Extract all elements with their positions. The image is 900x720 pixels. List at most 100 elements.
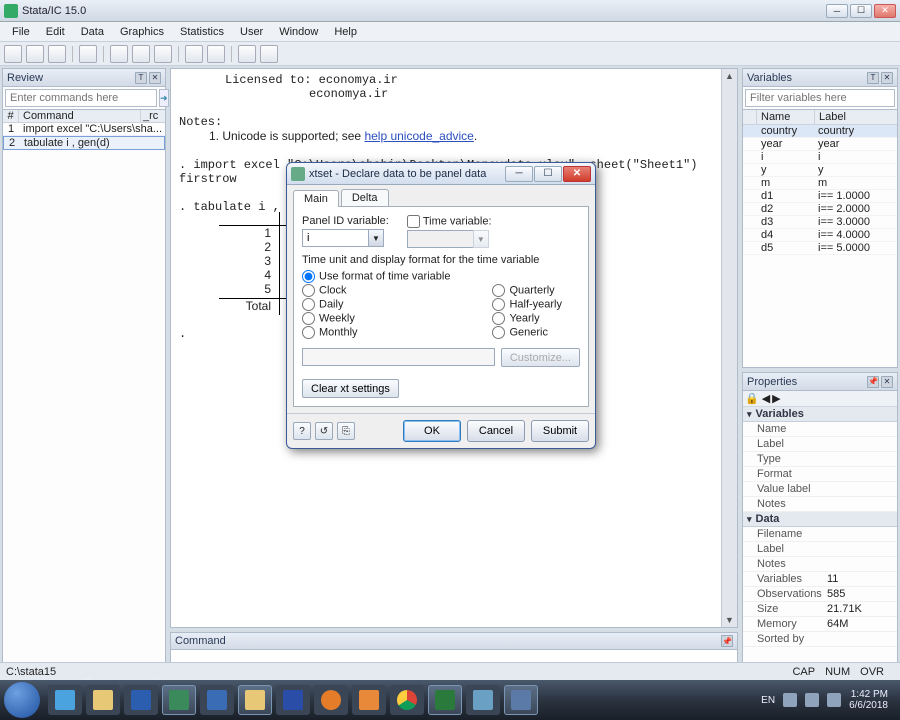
tray-volume-icon[interactable]	[827, 693, 841, 707]
property-row[interactable]: Notes	[743, 557, 897, 572]
pin-icon[interactable]: 📌	[721, 635, 733, 647]
taskbar-explorer-icon[interactable]	[86, 685, 120, 715]
taskbar-excel-icon[interactable]	[428, 685, 462, 715]
radio-half-yearly[interactable]	[492, 298, 505, 311]
property-row[interactable]: Notes	[743, 497, 897, 512]
property-row[interactable]: Label	[743, 437, 897, 452]
props-variables-section[interactable]: ▾Variables	[743, 407, 897, 422]
menu-data[interactable]: Data	[73, 24, 112, 40]
radio-generic[interactable]	[492, 326, 505, 339]
variable-row[interactable]: d4i== 4.0000	[743, 229, 897, 242]
tray-clock[interactable]: 1:42 PM 6/6/2018	[849, 689, 888, 711]
radio-use-format[interactable]	[302, 270, 315, 283]
variable-row[interactable]: d3i== 3.0000	[743, 216, 897, 229]
property-row[interactable]: Size21.71K	[743, 602, 897, 617]
taskbar-media-icon[interactable]	[124, 685, 158, 715]
close-button[interactable]: ✕	[874, 4, 896, 18]
clear-xt-settings-button[interactable]: Clear xt settings	[302, 379, 399, 398]
variable-row[interactable]: countrycountry	[743, 125, 897, 138]
taskbar-ie-icon[interactable]	[48, 685, 82, 715]
menu-statistics[interactable]: Statistics	[172, 24, 232, 40]
radio-monthly[interactable]	[302, 326, 315, 339]
tray-flag-icon[interactable]	[783, 693, 797, 707]
menu-graphics[interactable]: Graphics	[112, 24, 172, 40]
taskbar-bluetooth-icon[interactable]	[200, 685, 234, 715]
customize-button[interactable]: Customize...	[501, 348, 580, 367]
dialog-maximize-button[interactable]: ☐	[534, 166, 562, 182]
maximize-button[interactable]: ☐	[850, 4, 872, 18]
panel-id-dropdown-icon[interactable]: ▼	[368, 229, 384, 247]
taskbar-app-icon[interactable]	[466, 685, 500, 715]
radio-yearly[interactable]	[492, 312, 505, 325]
pin-icon[interactable]: ✕	[149, 72, 161, 84]
variable-row[interactable]: yy	[743, 164, 897, 177]
radio-weekly[interactable]	[302, 312, 315, 325]
prev-icon[interactable]: ◀	[762, 392, 770, 405]
variables-filter-input[interactable]	[745, 89, 895, 107]
radio-daily[interactable]	[302, 298, 315, 311]
property-row[interactable]: Type	[743, 452, 897, 467]
filter-icon[interactable]: T	[867, 72, 879, 84]
tab-main[interactable]: Main	[293, 190, 339, 207]
submit-button[interactable]: Submit	[531, 420, 589, 442]
menu-edit[interactable]: Edit	[38, 24, 73, 40]
taskbar-chrome-icon[interactable]	[390, 685, 424, 715]
filter-icon[interactable]: T	[135, 72, 147, 84]
review-col-num[interactable]: #	[3, 110, 19, 122]
props-data-section[interactable]: ▾Data	[743, 512, 897, 527]
time-variable-checkbox[interactable]	[407, 215, 420, 228]
dialog-close-button[interactable]: ✕	[563, 166, 591, 182]
tool-viewer-icon[interactable]	[110, 45, 128, 63]
radio-quarterly[interactable]	[492, 284, 505, 297]
property-row[interactable]: Sorted by	[743, 632, 897, 647]
tool-more-icon[interactable]	[238, 45, 256, 63]
dialog-minimize-button[interactable]: ─	[505, 166, 533, 182]
tool-print-icon[interactable]	[48, 45, 66, 63]
variable-row[interactable]: d1i== 1.0000	[743, 190, 897, 203]
pin-icon[interactable]: 📌	[867, 376, 879, 388]
vars-col-label[interactable]: Label	[815, 110, 897, 124]
menu-window[interactable]: Window	[271, 24, 326, 40]
review-row[interactable]: 2 tabulate i , gen(d)	[3, 136, 165, 150]
review-col-command[interactable]: Command	[19, 110, 141, 122]
property-row[interactable]: Variables11	[743, 572, 897, 587]
property-row[interactable]: Filename	[743, 527, 897, 542]
taskbar-app2-icon[interactable]	[504, 685, 538, 715]
tool-graph-icon[interactable]	[132, 45, 150, 63]
tray-network-icon[interactable]	[805, 693, 819, 707]
help-link[interactable]: help unicode_advice	[364, 129, 473, 143]
tool-log-icon[interactable]	[79, 45, 97, 63]
copy-icon[interactable]: ⎘	[337, 422, 355, 440]
minimize-button[interactable]: ─	[826, 4, 848, 18]
lock-icon[interactable]: 🔒	[745, 392, 759, 405]
variable-row[interactable]: d2i== 2.0000	[743, 203, 897, 216]
tab-delta[interactable]: Delta	[341, 189, 389, 206]
panel-id-input[interactable]	[302, 229, 368, 247]
tool-do-edit-icon[interactable]	[154, 45, 172, 63]
tray-lang[interactable]: EN	[761, 695, 775, 706]
taskbar-firefox-icon[interactable]	[314, 685, 348, 715]
taskbar-explorer2-icon[interactable]	[238, 685, 272, 715]
tool-save-icon[interactable]	[26, 45, 44, 63]
menu-file[interactable]: File	[4, 24, 38, 40]
next-icon[interactable]: ▶	[772, 392, 780, 405]
property-row[interactable]: Format	[743, 467, 897, 482]
vars-col-name[interactable]: Name	[757, 110, 815, 124]
review-col-rc[interactable]: _rc	[141, 110, 165, 122]
cancel-button[interactable]: Cancel	[467, 420, 525, 442]
taskbar-word-icon[interactable]	[276, 685, 310, 715]
menu-user[interactable]: User	[232, 24, 271, 40]
menu-help[interactable]: Help	[326, 24, 365, 40]
taskbar-stata-icon[interactable]	[162, 685, 196, 715]
property-row[interactable]: Label	[743, 542, 897, 557]
ok-button[interactable]: OK	[403, 420, 461, 442]
close-panel-icon[interactable]: ✕	[881, 376, 893, 388]
tool-data-browse-icon[interactable]	[207, 45, 225, 63]
property-row[interactable]: Value label	[743, 482, 897, 497]
scrollbar[interactable]	[721, 69, 737, 627]
help-icon[interactable]: ?	[293, 422, 311, 440]
variable-row[interactable]: d5i== 5.0000	[743, 242, 897, 255]
property-row[interactable]: Observations585	[743, 587, 897, 602]
radio-clock[interactable]	[302, 284, 315, 297]
tool-data-edit-icon[interactable]	[185, 45, 203, 63]
